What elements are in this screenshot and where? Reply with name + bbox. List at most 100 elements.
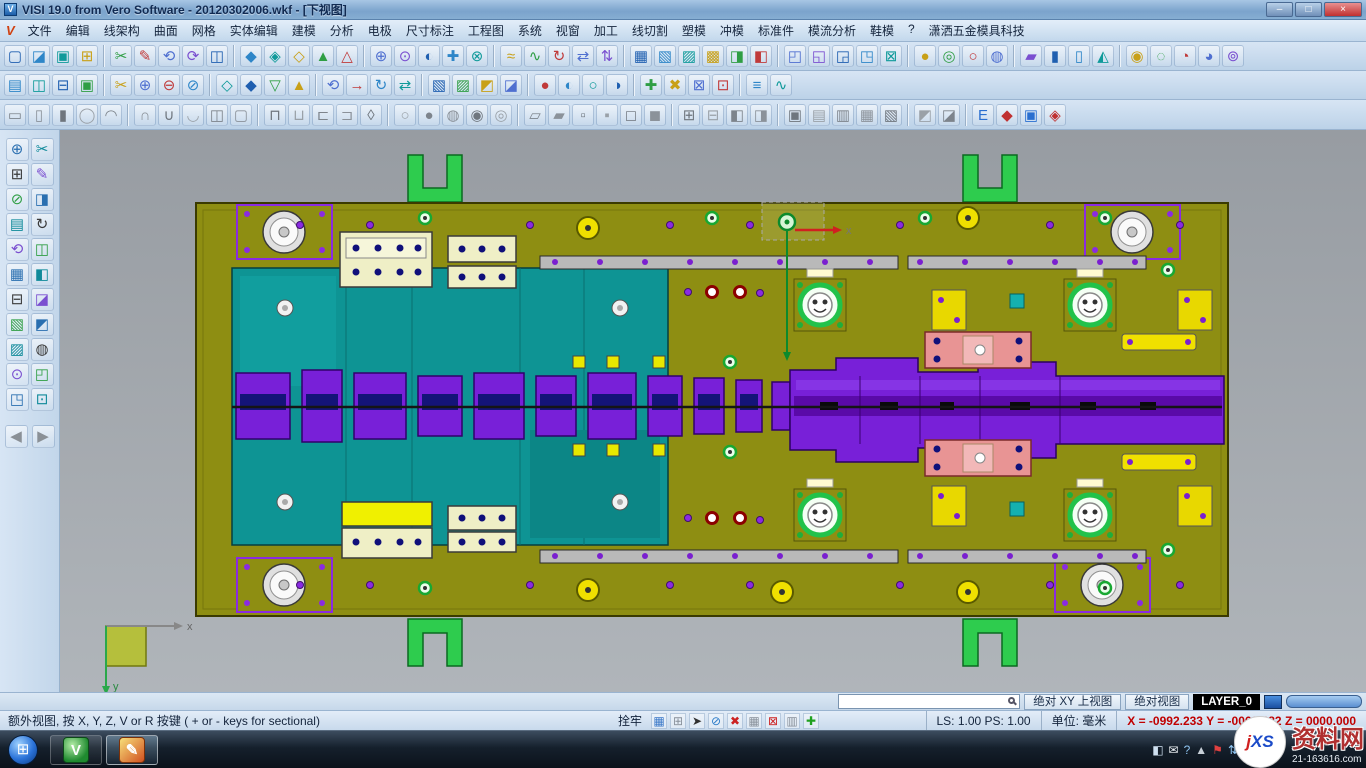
- toolbar-icon[interactable]: ▦: [856, 104, 878, 126]
- sidebar-tool-icon[interactable]: ◫: [31, 238, 54, 261]
- toolbar-icon[interactable]: ✂: [110, 45, 132, 67]
- toolbar-icon[interactable]: ◊: [360, 104, 382, 126]
- start-button[interactable]: ⊞: [8, 735, 38, 765]
- toolbar-icon[interactable]: ◫: [206, 104, 228, 126]
- toolbar-icon[interactable]: ◫: [28, 74, 50, 96]
- toolbar-icon[interactable]: ▲: [288, 74, 310, 96]
- toolbar-icon[interactable]: ◌: [1150, 45, 1172, 67]
- toolbar-icon[interactable]: ⊕: [134, 74, 156, 96]
- toolbar-icon[interactable]: ◨: [726, 45, 748, 67]
- sidebar-tool-icon[interactable]: ⊞: [6, 163, 29, 186]
- status-toggle-icon[interactable]: ⊘: [708, 713, 724, 729]
- toolbar-icon[interactable]: ⊟: [52, 74, 74, 96]
- sidebar-tool-icon[interactable]: ▧: [6, 313, 29, 336]
- cad-viewport[interactable]: x x y: [60, 130, 1366, 692]
- toolbar-icon[interactable]: ◨: [750, 104, 772, 126]
- sidebar-tool-icon[interactable]: ⊕: [6, 138, 29, 161]
- toolbar-icon[interactable]: ⊔: [288, 104, 310, 126]
- sidebar-tool-icon[interactable]: ⊟: [6, 288, 29, 311]
- toolbar-icon[interactable]: ▢: [4, 45, 26, 67]
- history-arrow-icon[interactable]: ▶: [32, 425, 55, 448]
- toolbar-icon[interactable]: ∪: [158, 104, 180, 126]
- toolbar-icon[interactable]: ◍: [986, 45, 1008, 67]
- absolute-view-button[interactable]: 绝对视图: [1125, 694, 1189, 710]
- toolbar-icon[interactable]: ✚: [442, 45, 464, 67]
- toolbar-icon[interactable]: ◕: [1198, 45, 1220, 67]
- toolbar-icon[interactable]: ▪: [596, 104, 618, 126]
- toolbar-icon[interactable]: ◫: [206, 45, 228, 67]
- toolbar-icon[interactable]: ⟲: [322, 74, 344, 96]
- toolbar-icon[interactable]: ●: [534, 74, 556, 96]
- toolbar-icon[interactable]: ▭: [4, 104, 26, 126]
- toolbar-icon[interactable]: ◪: [28, 45, 50, 67]
- toolbar-icon[interactable]: ◯: [76, 104, 98, 126]
- toolbar-icon[interactable]: ◳: [856, 45, 878, 67]
- toolbar-icon[interactable]: ⊡: [712, 74, 734, 96]
- toolbar-icon[interactable]: ▧: [428, 74, 450, 96]
- toolbar-icon[interactable]: ◆: [240, 74, 262, 96]
- tray-icon[interactable]: ?: [1184, 743, 1191, 757]
- menu-item-0[interactable]: 文件: [21, 20, 59, 41]
- toolbar-icon[interactable]: ⟳: [182, 45, 204, 67]
- toolbar-icon[interactable]: ⊠: [880, 45, 902, 67]
- toolbar-icon[interactable]: ≈: [500, 45, 522, 67]
- toolbar-icon[interactable]: ◇: [216, 74, 238, 96]
- toolbar-icon[interactable]: ⟲: [158, 45, 180, 67]
- toolbar-icon[interactable]: ▫: [572, 104, 594, 126]
- toolbar-icon[interactable]: ⊞: [76, 45, 98, 67]
- menu-item-18[interactable]: 模流分析: [801, 20, 863, 41]
- minimize-button[interactable]: –: [1266, 2, 1293, 17]
- toolbar-icon[interactable]: ◎: [938, 45, 960, 67]
- toolbar-icon[interactable]: ▢: [230, 104, 252, 126]
- toolbar-icon[interactable]: ⊕: [370, 45, 392, 67]
- toolbar-icon[interactable]: ◐: [558, 74, 580, 96]
- toolbar-icon[interactable]: ▰: [1020, 45, 1042, 67]
- toolbar-icon[interactable]: ✚: [640, 74, 662, 96]
- sidebar-tool-icon[interactable]: ◪: [31, 288, 54, 311]
- search-input[interactable]: [839, 695, 999, 708]
- status-toggle-icon[interactable]: ✚: [803, 713, 819, 729]
- snap-lock-label[interactable]: 拴牢: [618, 712, 642, 729]
- status-toggle-icon[interactable]: ▦: [651, 713, 667, 729]
- toolbar-icon[interactable]: ▣: [52, 45, 74, 67]
- toolbar-icon[interactable]: ▱: [524, 104, 546, 126]
- menu-item-15[interactable]: 塑模: [675, 20, 713, 41]
- toolbar-icon[interactable]: ▣: [784, 104, 806, 126]
- menu-item-5[interactable]: 实体编辑: [223, 20, 285, 41]
- toolbar-icon[interactable]: ⊖: [158, 74, 180, 96]
- menu-item-19[interactable]: 鞋模: [863, 20, 901, 41]
- toolbar-icon[interactable]: ▽: [264, 74, 286, 96]
- sidebar-tool-icon[interactable]: ⟲: [6, 238, 29, 261]
- taskbar-app-visi[interactable]: V: [50, 735, 102, 765]
- active-color-swatch[interactable]: [1264, 695, 1282, 709]
- toolbar-icon[interactable]: ◆: [240, 45, 262, 67]
- menu-item-20[interactable]: ?: [901, 20, 922, 41]
- toolbar-icon[interactable]: ◍: [442, 104, 464, 126]
- toolbar-icon[interactable]: ▮: [1044, 45, 1066, 67]
- sidebar-tool-icon[interactable]: ◰: [31, 363, 54, 386]
- sidebar-tool-icon[interactable]: ⊙: [6, 363, 29, 386]
- taskbar-app-graphics[interactable]: ✎: [106, 735, 158, 765]
- toolbar-icon[interactable]: ◔: [1174, 45, 1196, 67]
- toolbar-icon[interactable]: ⊚: [1222, 45, 1244, 67]
- cad-canvas[interactable]: x x y: [60, 130, 1366, 692]
- toolbar-icon[interactable]: ◻: [620, 104, 642, 126]
- toolbar-icon[interactable]: ▮: [52, 104, 74, 126]
- sidebar-tool-icon[interactable]: ⊘: [6, 188, 29, 211]
- toolbar-icon[interactable]: ◡: [182, 104, 204, 126]
- toolbar-icon[interactable]: ⊙: [394, 45, 416, 67]
- sidebar-tool-icon[interactable]: ↻: [31, 213, 54, 236]
- menu-item-4[interactable]: 网格: [185, 20, 223, 41]
- sidebar-tool-icon[interactable]: ◍: [31, 338, 54, 361]
- toolbar-icon[interactable]: ◭: [1092, 45, 1114, 67]
- sidebar-tool-icon[interactable]: ▤: [6, 213, 29, 236]
- menu-item-21[interactable]: 潇洒五金模具科技: [922, 20, 1032, 41]
- toolbar-icon[interactable]: ●: [914, 45, 936, 67]
- toolbar-icon[interactable]: ◩: [476, 74, 498, 96]
- toolbar-icon[interactable]: ◪: [938, 104, 960, 126]
- menu-item-10[interactable]: 工程图: [461, 20, 511, 41]
- status-toggle-icon[interactable]: ⊞: [670, 713, 686, 729]
- toolbar-icon[interactable]: ◠: [100, 104, 122, 126]
- toolbar-icon[interactable]: ∩: [134, 104, 156, 126]
- sidebar-tool-icon[interactable]: ◧: [31, 263, 54, 286]
